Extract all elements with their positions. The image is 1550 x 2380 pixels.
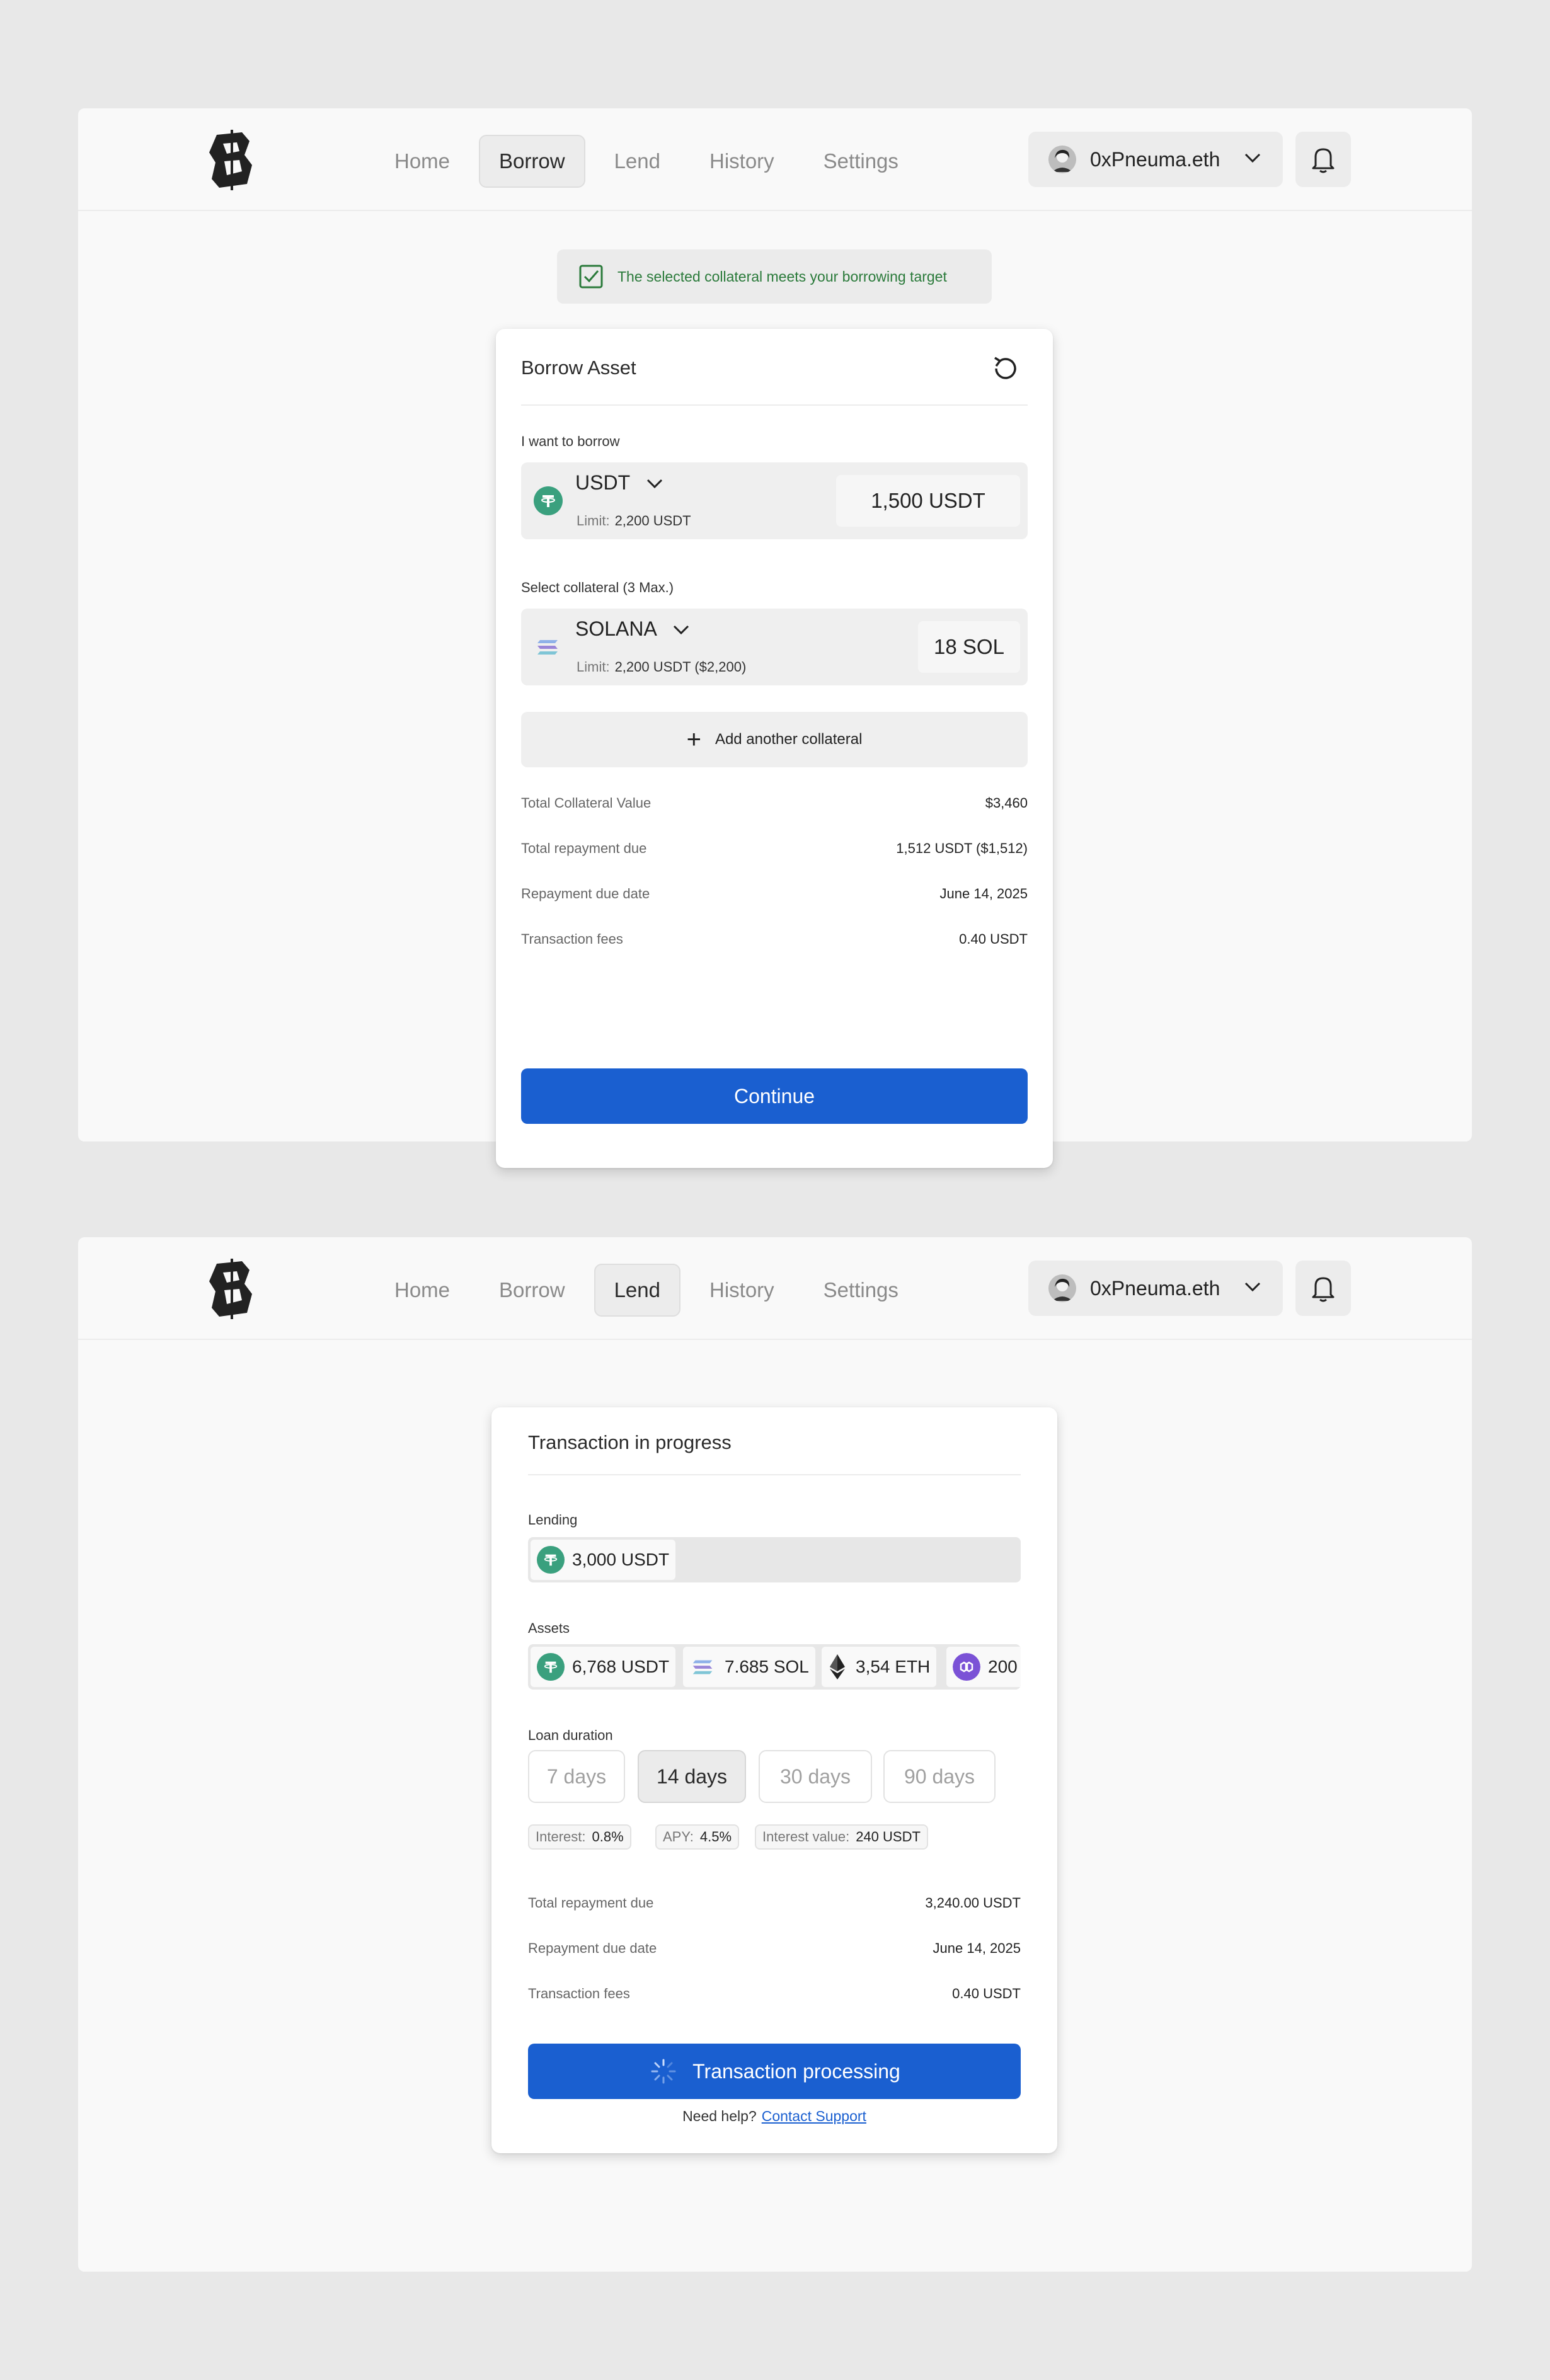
interest-value-badge: Interest value: 240 USDT — [755, 1824, 928, 1850]
chevron-down-icon[interactable] — [672, 624, 690, 636]
plus-icon: + — [686, 726, 701, 753]
borrow-screen: Home Borrow Lend History Settings 0xPneu… — [78, 108, 1472, 1168]
nav-settings[interactable]: Settings — [803, 1264, 919, 1317]
nav-borrow[interactable]: Borrow — [479, 1264, 585, 1317]
continue-button[interactable]: Continue — [521, 1068, 1028, 1124]
help-text: Need help? Contact Support — [491, 2108, 1057, 2125]
lend-screen: Home Borrow Lend History Settings 0xPneu… — [78, 1237, 1472, 2272]
borrow-limit: Limit: 2,200 USDT — [577, 513, 691, 529]
chevron-down-icon[interactable] — [646, 478, 663, 490]
username: 0xPneuma.eth — [1090, 1276, 1220, 1300]
refresh-icon[interactable] — [990, 353, 1021, 384]
solana-icon — [692, 1660, 713, 1674]
notifications-button[interactable] — [1295, 132, 1351, 187]
toast-message: The selected collateral meets your borro… — [617, 268, 947, 285]
asset-value: 7.685 SOL — [725, 1657, 809, 1676]
asset-chip: 200 — [946, 1647, 1021, 1687]
collateral-label: Select collateral (3 Max.) — [521, 580, 674, 595]
loan-duration-label: Loan duration — [528, 1727, 613, 1743]
duration-90-days[interactable]: 90 days — [883, 1750, 996, 1803]
collateral-amount-input[interactable]: 18 SOL — [918, 621, 1020, 673]
nav-history[interactable]: History — [689, 135, 795, 188]
avatar — [1048, 146, 1076, 173]
transaction-processing-button[interactable]: Transaction processing — [528, 2044, 1021, 2099]
nav-home[interactable]: Home — [374, 135, 470, 188]
summary-row: Repayment due date June 14, 2025 — [521, 886, 1028, 901]
usdt-icon — [534, 486, 563, 515]
spinner-icon — [651, 2059, 676, 2084]
username: 0xPneuma.eth — [1090, 147, 1220, 171]
avatar — [1048, 1274, 1076, 1302]
solana-icon — [537, 640, 558, 655]
borrow-asset-card: Borrow Asset I want to borrow USDT Limit… — [496, 329, 1053, 1168]
success-toast: The selected collateral meets your borro… — [557, 249, 992, 304]
add-collateral-button[interactable]: + Add another collateral — [521, 712, 1028, 767]
top-navigation-bar: Home Borrow Lend History Settings 0xPneu… — [78, 1237, 1472, 1340]
asset-chip: 7.685 SOL — [683, 1647, 815, 1687]
summary-row: Total Collateral Value $3,460 — [521, 795, 1028, 811]
help-prompt: Need help? — [682, 2108, 757, 2124]
assets-label: Assets — [528, 1620, 570, 1636]
borrow-label: I want to borrow — [521, 433, 620, 449]
assets-list[interactable]: 6,768 USDT 7.685 SOL 3,54 ETH 200 — [528, 1644, 1021, 1690]
nav-lend[interactable]: Lend — [594, 135, 680, 188]
summary-row: Total repayment due 3,240.00 USDT — [528, 1895, 1021, 1911]
divider — [528, 1474, 1021, 1475]
interest-badge: Interest: 0.8% — [528, 1824, 631, 1850]
borrow-amount-input[interactable]: 1,500 USDT — [836, 475, 1020, 527]
card-title: Transaction in progress — [528, 1431, 732, 1453]
chevron-down-icon — [1244, 153, 1261, 163]
asset-value: 3,54 ETH — [856, 1657, 931, 1676]
summary-row: Total repayment due 1,512 USDT ($1,512) — [521, 840, 1028, 856]
summary-row: Transaction fees 0.40 USDT — [521, 931, 1028, 947]
add-collateral-label: Add another collateral — [715, 731, 863, 748]
asset-value: 6,768 USDT — [572, 1657, 670, 1676]
nav-lend[interactable]: Lend — [594, 1264, 680, 1317]
brand-logo-icon[interactable] — [205, 1259, 257, 1319]
user-menu-button[interactable]: 0xPneuma.eth — [1028, 1261, 1283, 1316]
nav-home[interactable]: Home — [374, 1264, 470, 1317]
nav-history[interactable]: History — [689, 1264, 795, 1317]
summary-row: Repayment due date June 14, 2025 — [528, 1940, 1021, 1956]
checkbox-checked-icon — [579, 265, 603, 289]
summary-row: Transaction fees 0.40 USDT — [528, 1986, 1021, 2001]
nav-borrow[interactable]: Borrow — [479, 135, 585, 188]
borrow-asset-name: USDT — [575, 471, 631, 494]
duration-30-days[interactable]: 30 days — [759, 1750, 872, 1803]
collateral-limit: Limit: 2,200 USDT ($2,200) — [577, 659, 747, 675]
lending-value: 3,000 USDT — [572, 1550, 670, 1569]
duration-14-days[interactable]: 14 days — [638, 1750, 746, 1803]
polygon-icon — [953, 1653, 980, 1681]
asset-value: 200 — [988, 1657, 1018, 1676]
asset-chip: 6,768 USDT — [531, 1647, 676, 1687]
processing-label: Transaction processing — [692, 2059, 900, 2083]
bell-icon — [1312, 1277, 1335, 1302]
lending-label: Lending — [528, 1512, 578, 1528]
duration-7-days[interactable]: 7 days — [528, 1750, 625, 1803]
usdt-icon — [537, 1653, 565, 1681]
lending-amount-bar: 3,000 USDT — [528, 1537, 1021, 1582]
borrow-asset-selector[interactable]: USDT Limit: 2,200 USDT 1,500 USDT — [521, 462, 1028, 539]
notifications-button[interactable] — [1295, 1261, 1351, 1316]
card-title: Borrow Asset — [521, 357, 636, 379]
bell-icon — [1312, 148, 1335, 173]
main-nav: Home Borrow Lend History Settings — [374, 1264, 919, 1317]
transaction-progress-card: Transaction in progress Lending 3,000 US… — [491, 1407, 1057, 2153]
chevron-down-icon — [1244, 1282, 1261, 1292]
divider — [521, 404, 1028, 406]
collateral-asset-selector[interactable]: SOLANA Limit: 2,200 USDT ($2,200) 18 SOL — [521, 609, 1028, 685]
usdt-icon — [537, 1546, 565, 1574]
main-nav: Home Borrow Lend History Settings — [374, 135, 919, 188]
ethereum-icon — [830, 1654, 845, 1679]
lending-chip: 3,000 USDT — [531, 1540, 676, 1580]
nav-settings[interactable]: Settings — [803, 135, 919, 188]
contact-support-link[interactable]: Contact Support — [762, 2108, 866, 2124]
asset-chip: 3,54 ETH — [822, 1647, 937, 1687]
brand-logo-icon[interactable] — [205, 130, 257, 190]
user-menu-button[interactable]: 0xPneuma.eth — [1028, 132, 1283, 187]
top-navigation-bar: Home Borrow Lend History Settings 0xPneu… — [78, 108, 1472, 211]
apy-badge: APY: 4.5% — [655, 1824, 740, 1850]
collateral-asset-name: SOLANA — [575, 617, 657, 640]
